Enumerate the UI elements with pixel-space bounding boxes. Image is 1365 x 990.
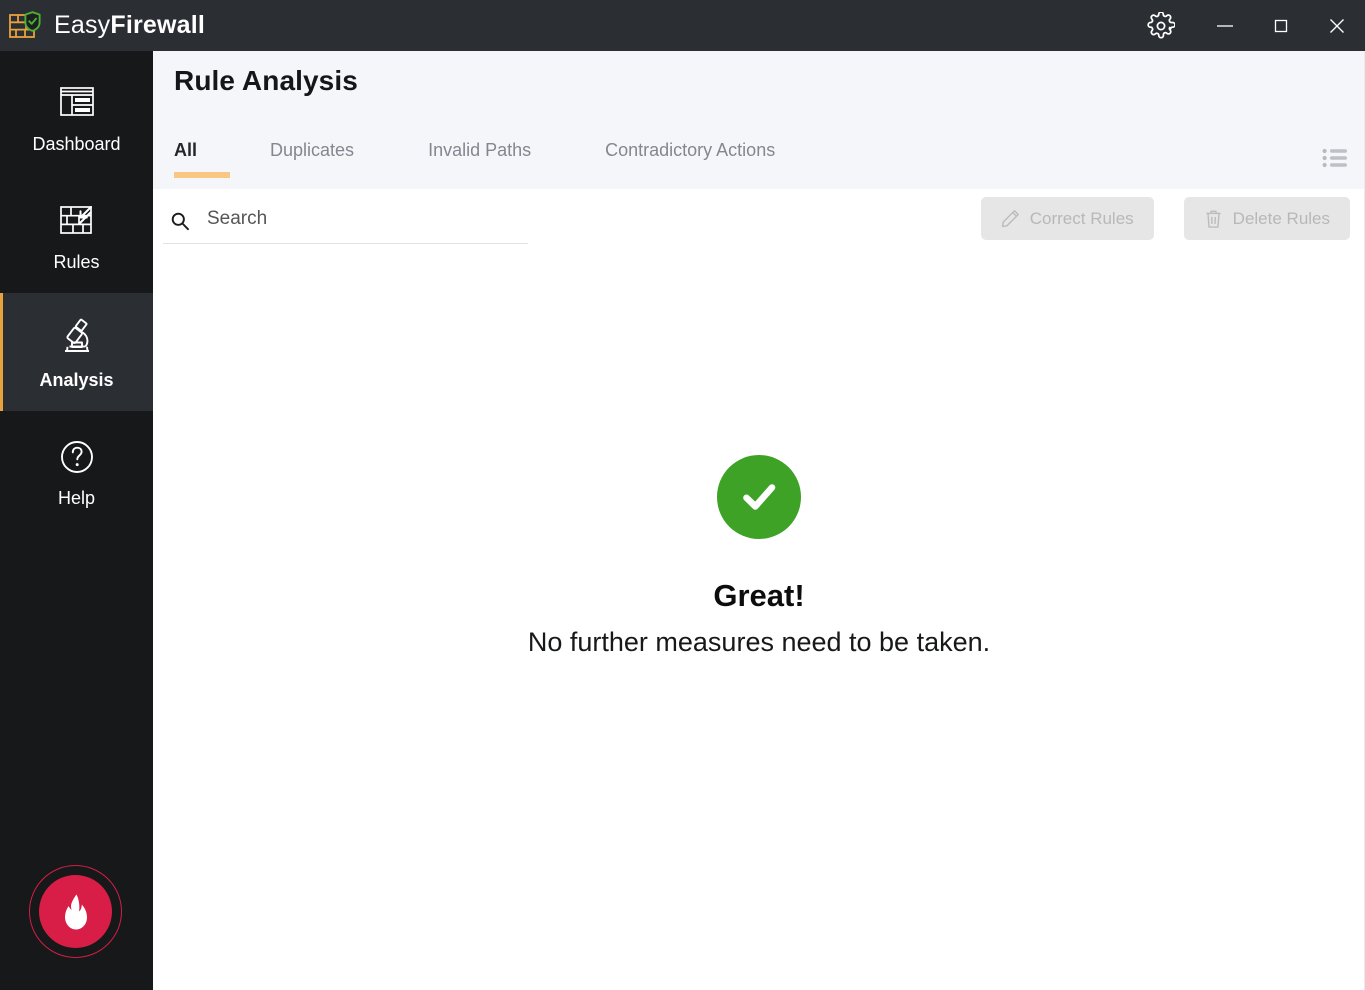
flame-button-inner (39, 875, 112, 948)
microscope-icon (53, 315, 101, 363)
search-input[interactable] (197, 208, 528, 233)
app-title-bold: Firewall (110, 11, 206, 39)
list-view-icon (1322, 148, 1348, 173)
correct-rules-label: Correct Rules (1029, 208, 1134, 228)
sidebar-item-label: Dashboard (32, 134, 121, 154)
question-circle-icon (53, 433, 101, 481)
brick-wall-arrow-icon (53, 197, 101, 245)
sidebar-item-label: Rules (53, 252, 100, 272)
toolbar-actions: Correct Rules Delete Rules (980, 197, 1350, 240)
close-icon (1326, 15, 1348, 37)
sidebar-item-help[interactable]: Help (0, 411, 153, 529)
firewall-shield-icon (8, 10, 42, 42)
empty-state-message: No further measures need to be taken. (527, 627, 991, 658)
trash-icon (1204, 209, 1223, 229)
app-brand: EasyFirewall (0, 10, 205, 42)
minimize-button[interactable] (1197, 0, 1253, 51)
sidebar-item-analysis[interactable]: Analysis (0, 293, 153, 411)
flame-button[interactable] (29, 865, 122, 958)
delete-rules-button[interactable]: Delete Rules (1183, 197, 1350, 240)
empty-state-title: Great! (713, 578, 805, 613)
search-field[interactable] (163, 198, 528, 244)
sidebar: Dashboard Rules Analysis Help (0, 51, 153, 990)
maximize-button[interactable] (1253, 0, 1309, 51)
gear-icon (1147, 11, 1175, 40)
page-title: Rule Analysis (174, 65, 358, 96)
toolbar: Correct Rules Delete Rules (153, 189, 1365, 254)
tab-invalid-paths[interactable]: Invalid Paths (406, 133, 553, 189)
empty-state: Great! No further measures need to be ta… (153, 455, 1365, 659)
app-title-light: Easy (54, 11, 111, 39)
sidebar-item-dashboard[interactable]: Dashboard (0, 57, 153, 175)
title-bar: EasyFirewall (0, 0, 1365, 51)
tab-all[interactable]: All (153, 133, 231, 189)
tab-contradictory-actions[interactable]: Contradictory Actions (583, 133, 797, 189)
check-circle-icon (717, 455, 801, 539)
settings-button[interactable] (1131, 0, 1191, 51)
flame-icon (60, 893, 92, 931)
list-view-toggle-button[interactable] (1317, 145, 1353, 175)
delete-rules-label: Delete Rules (1232, 208, 1330, 228)
maximize-icon (1270, 15, 1292, 37)
page-header: Rule Analysis All Duplicates Invalid Pat… (153, 51, 1365, 189)
application-window: EasyFirewall Dashboard Rules Analysis He… (0, 0, 1365, 990)
app-title: EasyFirewall (54, 11, 205, 40)
tab-duplicates[interactable]: Duplicates (248, 133, 376, 189)
sidebar-item-label: Help (57, 488, 96, 508)
search-icon (163, 211, 197, 231)
close-button[interactable] (1309, 0, 1365, 51)
minimize-icon (1214, 15, 1236, 37)
pencil-icon (1001, 209, 1020, 228)
dashboard-icon (53, 79, 101, 127)
sidebar-nav: Dashboard Rules Analysis Help (0, 51, 153, 529)
tab-bar: All Duplicates Invalid Paths Contradicto… (153, 133, 1365, 189)
sidebar-item-label: Analysis (39, 370, 114, 390)
main-content: Rule Analysis All Duplicates Invalid Pat… (153, 51, 1365, 990)
results-area: Great! No further measures need to be ta… (153, 254, 1365, 990)
correct-rules-button[interactable]: Correct Rules (980, 197, 1154, 240)
sidebar-item-rules[interactable]: Rules (0, 175, 153, 293)
window-controls (1131, 0, 1365, 51)
